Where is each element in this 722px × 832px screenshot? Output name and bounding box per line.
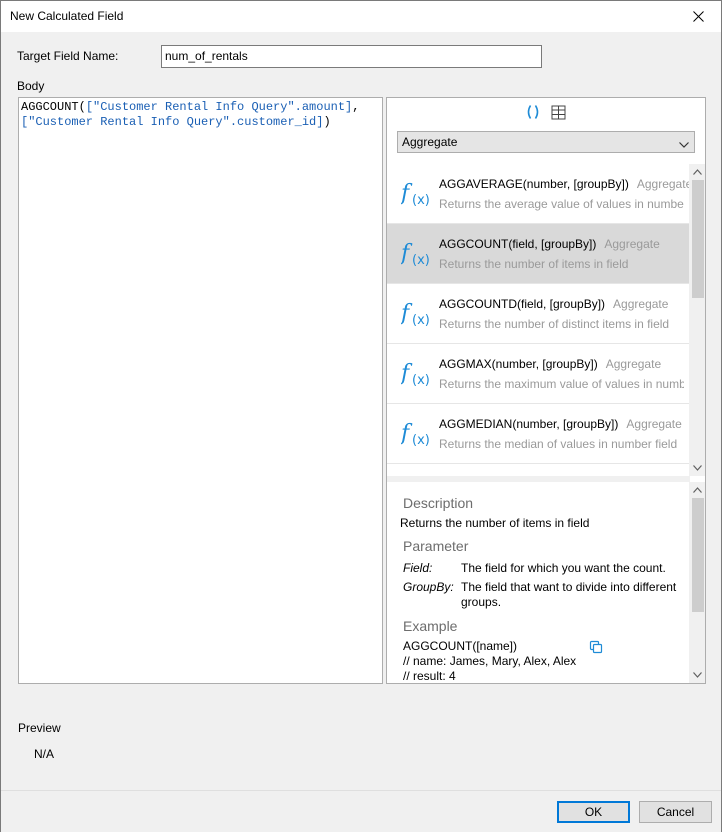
preview-label: Preview	[18, 721, 61, 735]
target-field-label: Target Field Name:	[17, 49, 119, 63]
example-heading: Example	[403, 618, 458, 634]
function-item[interactable]: f (x) AGGMAX(number, [groupBy]) Aggregate …	[387, 344, 690, 404]
function-list-scrollbar[interactable]	[689, 164, 705, 476]
function-item-selected[interactable]: f (x) AGGCOUNT(field, [groupBy]) Aggregate…	[387, 224, 690, 284]
description-text: Returns the number of items in field	[400, 516, 590, 530]
copy-icon[interactable]	[589, 640, 603, 657]
function-category: Aggregate	[636, 177, 690, 191]
ok-button[interactable]: OK	[557, 801, 630, 823]
param-name: GroupBy:	[403, 580, 454, 594]
param-text: The field that want to divide into diffe…	[461, 580, 677, 609]
parentheses-icon[interactable]	[524, 104, 542, 120]
function-description: Returns the median of values in number f…	[439, 437, 678, 451]
body-label: Body	[17, 79, 45, 93]
svg-text:(x): (x)	[412, 433, 430, 447]
editor-function-token: AGGCOUNT(	[21, 100, 86, 114]
function-category: Aggregate	[604, 237, 660, 251]
close-button[interactable]	[675, 1, 721, 32]
scroll-down-icon[interactable]	[689, 667, 705, 683]
editor-punctuation: ,	[352, 100, 360, 114]
function-category: Aggregate	[626, 417, 682, 431]
function-signature: AGGCOUNT(field, [groupBy])	[439, 237, 597, 251]
close-icon	[692, 11, 704, 22]
svg-text:(x): (x)	[412, 253, 430, 267]
parameter-heading: Parameter	[403, 538, 469, 554]
dialog-title: New Calculated Field	[10, 9, 124, 23]
svg-text:(x): (x)	[412, 373, 430, 387]
function-icon: f (x)	[399, 299, 435, 330]
formula-editor[interactable]: AGGCOUNT(["Customer Rental Info Query".a…	[18, 97, 383, 684]
category-selected-value: Aggregate	[402, 135, 458, 149]
target-field-input[interactable]: num_of_rentals	[161, 45, 542, 68]
editor-string-token: ["Customer Rental Info Query".amount]	[85, 100, 353, 114]
svg-text:(x): (x)	[412, 313, 430, 327]
function-browser-panel: Aggregate f (x) AGGAVERAGE(number, [group…	[386, 97, 706, 684]
details-scrollbar[interactable]	[689, 482, 705, 683]
scroll-thumb[interactable]	[692, 180, 704, 298]
editor-string-token: ["Customer Rental Info Query".customer_i…	[21, 115, 324, 129]
param-text: The field for which you want the count.	[461, 561, 666, 575]
description-heading: Description	[403, 495, 474, 511]
function-description: Returns the maximum value of values in n…	[439, 377, 684, 391]
param-name: Field:	[403, 561, 433, 575]
function-signature: AGGAVERAGE(number, [groupBy])	[439, 177, 629, 191]
function-item[interactable]: f (x) AGGCOUNTD(field, [groupBy]) Aggregat…	[387, 284, 690, 344]
function-description: Returns the average value of values in n…	[439, 197, 684, 211]
function-details: Description Returns the number of items …	[387, 482, 690, 683]
calculated-field-dialog: New Calculated Field Target Field Name: …	[0, 0, 722, 832]
function-icon: f (x)	[399, 419, 435, 450]
preview-value: N/A	[34, 747, 55, 761]
function-description: Returns the number of items in field	[439, 257, 629, 271]
table-view-icon[interactable]	[549, 104, 567, 120]
editor-punctuation: )	[323, 115, 331, 129]
example-line: AGGCOUNT([name])	[403, 639, 518, 653]
svg-text:(x): (x)	[412, 193, 430, 207]
function-icon: f (x)	[399, 239, 435, 270]
function-description: Returns the number of distinct items in …	[439, 317, 670, 331]
title-bar: New Calculated Field	[1, 1, 721, 32]
chevron-down-icon	[679, 137, 689, 151]
category-dropdown[interactable]: Aggregate	[397, 131, 695, 153]
function-list: f (x) AGGAVERAGE(number, [groupBy]) Aggreg…	[387, 164, 690, 464]
dialog-footer: OK Cancel	[1, 790, 721, 832]
example-line: // result: 4	[403, 669, 456, 683]
function-signature: AGGCOUNTD(field, [groupBy])	[439, 297, 606, 311]
function-signature: AGGMEDIAN(number, [groupBy])	[439, 417, 619, 431]
scroll-up-icon[interactable]	[689, 482, 705, 498]
scroll-thumb[interactable]	[692, 498, 704, 612]
cancel-button[interactable]: Cancel	[639, 801, 712, 823]
function-item[interactable]: f (x) AGGAVERAGE(number, [groupBy]) Aggreg…	[387, 164, 690, 224]
function-signature: AGGMAX(number, [groupBy])	[439, 357, 598, 371]
function-category: Aggregate	[605, 357, 662, 371]
scroll-up-icon[interactable]	[689, 164, 705, 180]
function-item[interactable]: f (x) AGGMEDIAN(number, [groupBy]) Aggrega…	[387, 404, 690, 464]
example-line: // name: James, Mary, Alex, Alex	[403, 654, 577, 668]
scroll-down-icon[interactable]	[689, 460, 705, 476]
function-icon: f (x)	[399, 179, 435, 210]
function-category: Aggregate	[613, 297, 669, 311]
function-icon: f (x)	[399, 359, 435, 390]
